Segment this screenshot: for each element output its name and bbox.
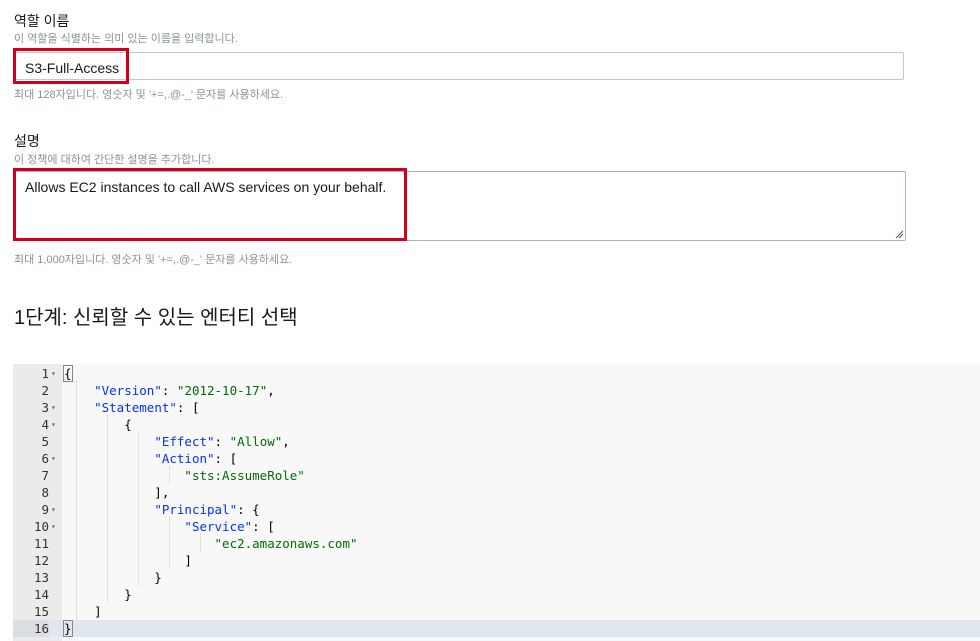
code-text: "Effect": "Allow", [154, 434, 290, 449]
code-text: ] [64, 553, 192, 568]
line-number: 13 [33, 570, 49, 585]
code-line: 13 } [13, 569, 980, 586]
code-text: } [64, 570, 162, 585]
code-line: 9 ▾ "Principal": { [13, 501, 980, 518]
role-name-label: 역할 이름 [14, 13, 70, 29]
code-line: 12 ] [13, 552, 980, 569]
description-label: 설명 [14, 133, 40, 149]
description-textarea[interactable]: Allows EC2 instances to call AWS service… [14, 171, 906, 241]
code-line: 14 } [13, 586, 980, 603]
code-text: "Statement": [ [94, 400, 200, 415]
line-number: 7 [41, 468, 49, 483]
fold-toggle-icon[interactable]: ▾ [51, 518, 56, 535]
code-line: 7 "sts:AssumeRole" [13, 467, 980, 484]
role-name-value: S3-Full-Access [25, 60, 120, 76]
role-name-input[interactable]: S3-Full-Access [14, 52, 904, 80]
description-note: 최대 1,000자입니다. 영숫자 및 '+=,.@-_' 문자를 사용하세요. [14, 254, 293, 266]
code-line: 11 "ec2.amazonaws.com" [13, 535, 980, 552]
line-number: 11 [33, 536, 49, 551]
fold-toggle-icon[interactable]: ▾ [51, 450, 56, 467]
line-number: 14 [33, 587, 49, 602]
code-line: 2 "Version": "2012-10-17", [13, 382, 980, 399]
code-line: 15 ] [13, 603, 980, 620]
description-value: Allows EC2 instances to call AWS service… [25, 179, 387, 195]
json-policy-editor[interactable]: 1 ▾ { 2 "Version": "2012-10-17", 3 ▾ "St… [13, 364, 980, 641]
code-text: ], [64, 485, 170, 500]
role-name-note: 최대 128자입니다. 영숫자 및 '+=,.@-_' 문자를 사용하세요. [14, 89, 284, 101]
line-number: 16 [13, 620, 49, 637]
line-number: 12 [33, 553, 49, 568]
code-line: 1 ▾ { [13, 365, 980, 382]
code-text: "Action": [ [154, 451, 238, 466]
fold-toggle-icon[interactable]: ▾ [51, 399, 56, 416]
code-line: 6 ▾ "Action": [ [13, 450, 980, 467]
role-name-hint: 이 역할을 식별하는 의미 있는 이름을 입력합니다. [14, 33, 238, 45]
line-number: 6 [41, 451, 49, 466]
line-number: 8 [41, 485, 49, 500]
code-line: 4 ▾ { [13, 416, 980, 433]
line-number: 10 [33, 519, 49, 534]
line-number: 5 [41, 434, 49, 449]
code-text: "Version": "2012-10-17", [94, 383, 275, 398]
code-text: { [64, 417, 132, 432]
line-number: 15 [33, 604, 49, 619]
code-line: 3 ▾ "Statement": [ [13, 399, 980, 416]
code-text: } [64, 587, 132, 602]
fold-toggle-icon[interactable]: ▾ [51, 365, 56, 382]
line-number: 2 [41, 383, 49, 398]
code-text: "ec2.amazonaws.com" [214, 536, 358, 551]
step-heading: 1단계: 신뢰할 수 있는 엔터티 선택 [14, 307, 298, 329]
line-number: 4 [41, 417, 49, 432]
fold-toggle-icon[interactable]: ▾ [51, 416, 56, 433]
line-number: 3 [41, 400, 49, 415]
code-text: "sts:AssumeRole" [184, 468, 305, 483]
code-line: 5 "Effect": "Allow", [13, 433, 980, 450]
code-line: 10 ▾ "Service": [ [13, 518, 980, 535]
code-text: "Principal": { [154, 502, 260, 517]
resize-grip-icon[interactable] [895, 230, 903, 238]
code-line-active: 16 } [13, 620, 980, 637]
line-number: 9 [41, 502, 49, 517]
code-text: } [63, 620, 73, 637]
code-line: 8 ], [13, 484, 980, 501]
code-text: { [63, 365, 73, 382]
fold-toggle-icon[interactable]: ▾ [51, 501, 56, 518]
code-text: ] [64, 604, 102, 619]
line-number: 1 [41, 366, 49, 381]
code-text: "Service": [ [184, 519, 275, 534]
description-hint: 이 정책에 대하여 간단한 설명을 추가합니다. [14, 154, 215, 166]
